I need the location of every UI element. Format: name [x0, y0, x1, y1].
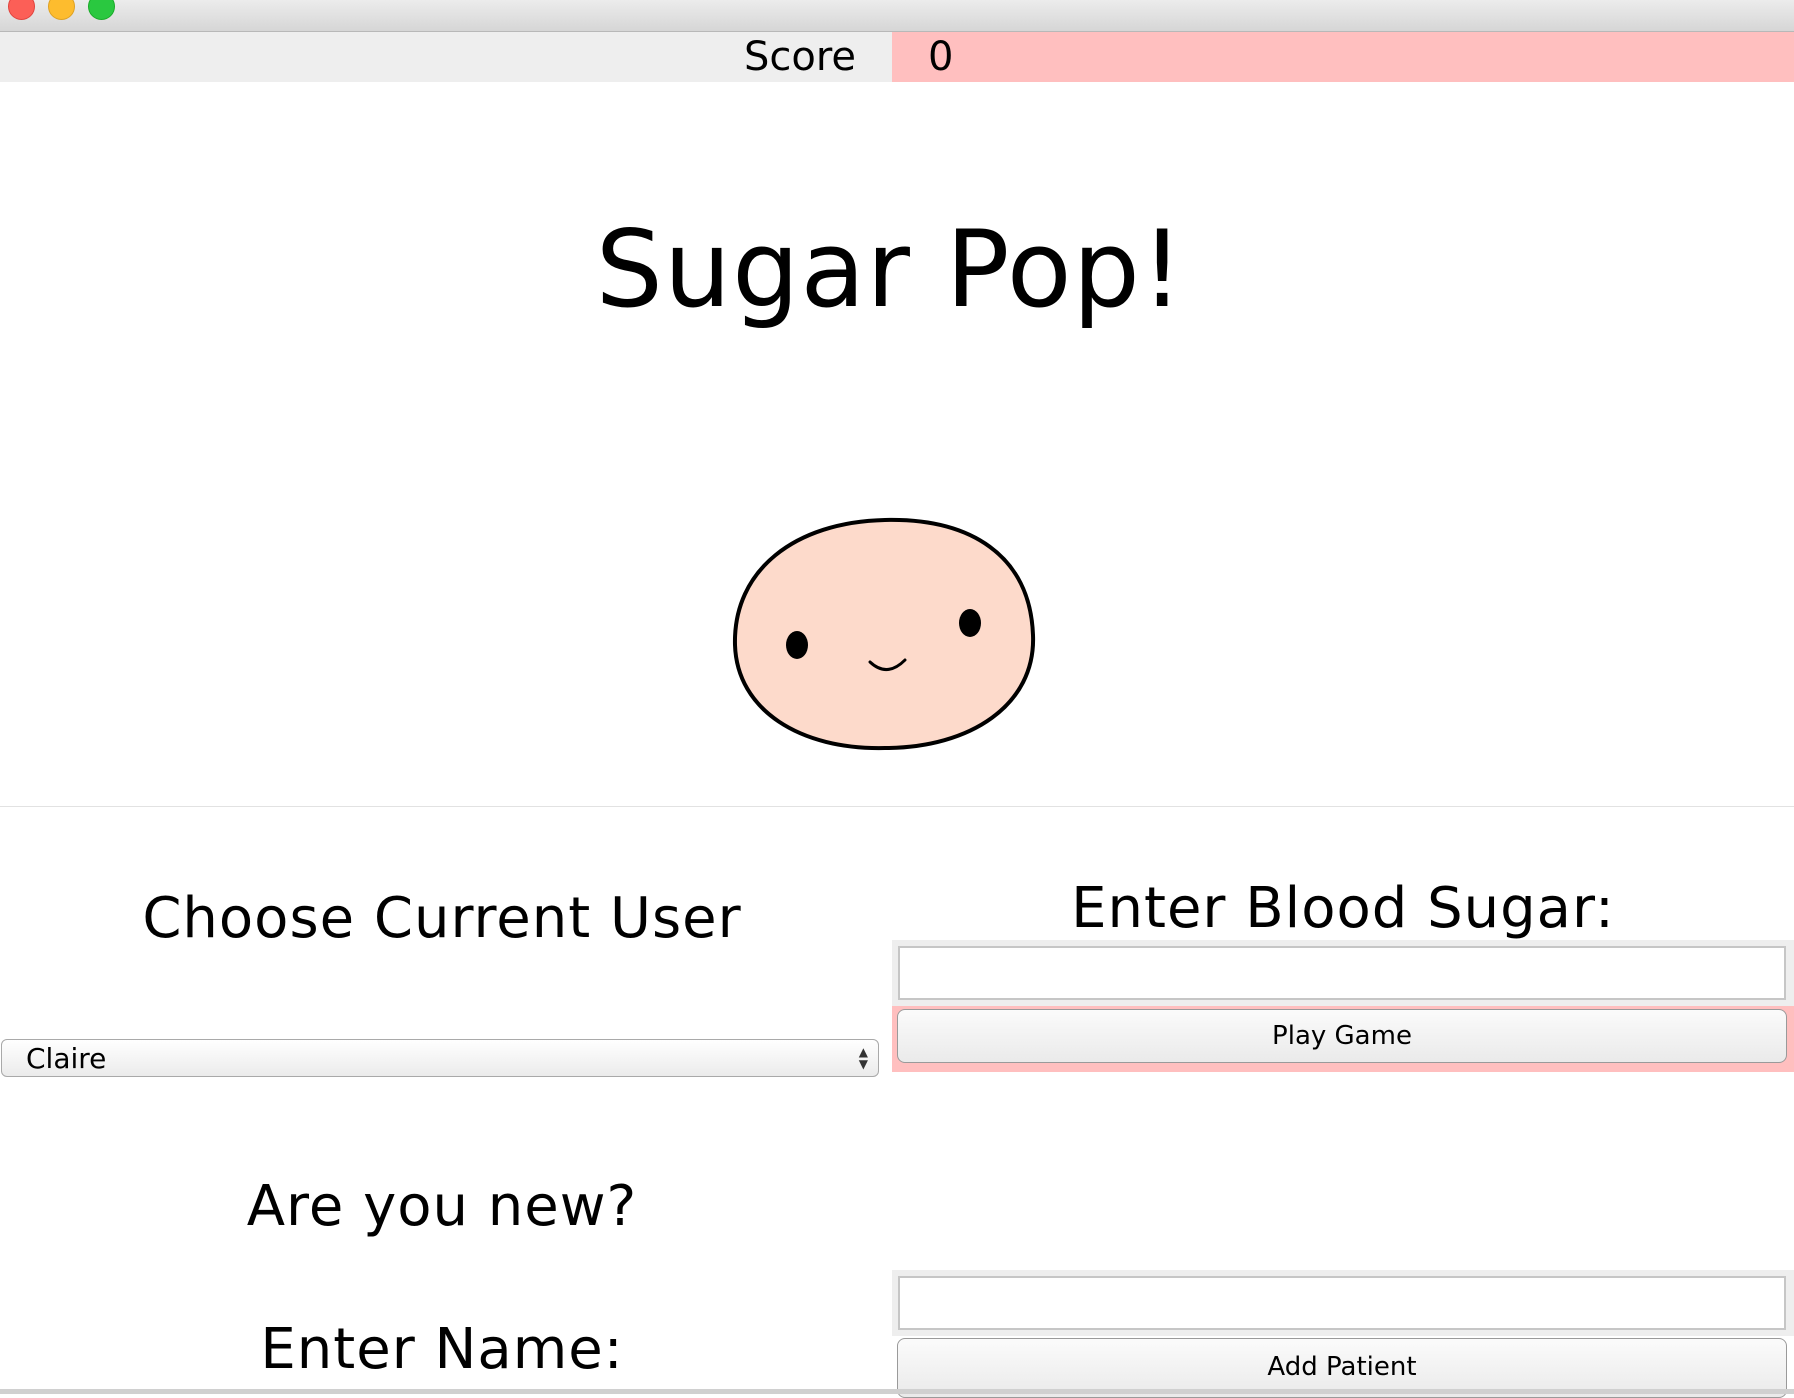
score-value-box: 0: [892, 32, 1794, 82]
new-user-heading: Are you new?: [246, 1174, 638, 1239]
play-button-container: Play Game: [892, 1006, 1794, 1072]
up-down-arrows-icon: ▲ ▼: [858, 1045, 868, 1071]
character-face-icon: [725, 510, 1045, 755]
blood-sugar-heading: Enter Blood Sugar:: [1071, 876, 1615, 941]
score-bar: Score 0: [0, 32, 1794, 82]
window-bottom-edge: [0, 1389, 1794, 1394]
blood-sugar-field-container: [892, 940, 1794, 1006]
window-titlebar: [0, 0, 1794, 32]
name-field-container: [892, 1270, 1794, 1336]
selected-user-value: Claire: [26, 1042, 107, 1075]
choose-user-heading: Choose Current User: [142, 886, 742, 951]
user-select[interactable]: Claire ▲ ▼: [1, 1039, 879, 1077]
play-game-button[interactable]: Play Game: [897, 1009, 1787, 1063]
section-divider: [0, 806, 1794, 807]
game-title: Sugar Pop!: [595, 208, 1185, 331]
enter-name-heading: Enter Name:: [260, 1317, 624, 1382]
score-label: Score: [743, 34, 856, 80]
score-value: 0: [928, 34, 954, 80]
maximize-window-icon[interactable]: [88, 0, 115, 20]
name-input[interactable]: [898, 1276, 1786, 1330]
blood-sugar-input[interactable]: [898, 946, 1786, 1000]
minimize-window-icon[interactable]: [48, 0, 75, 20]
close-window-icon[interactable]: [8, 0, 35, 20]
